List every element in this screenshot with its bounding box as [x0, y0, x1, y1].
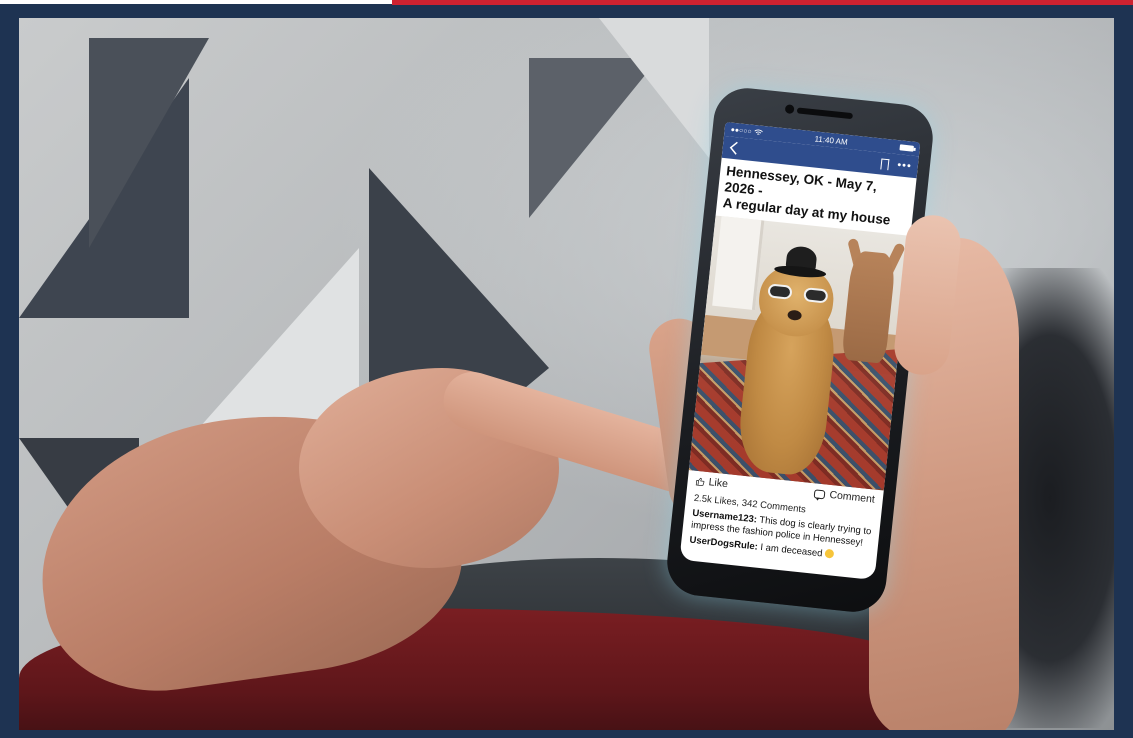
- background-pattern: [89, 38, 209, 248]
- laughing-emoji-icon: [824, 548, 835, 559]
- more-options-icon[interactable]: •••: [897, 159, 913, 172]
- signal-icon: ●●○○○: [730, 126, 753, 136]
- like-button[interactable]: Like: [695, 475, 728, 490]
- background-pattern: [599, 18, 709, 158]
- status-time: 11:40 AM: [814, 133, 849, 147]
- sunglasses-lens: [803, 287, 829, 304]
- post-image[interactable]: [688, 215, 911, 491]
- speaker: [796, 107, 854, 120]
- top-bar-red: [392, 0, 1133, 5]
- wifi-icon: [754, 129, 763, 135]
- chevron-left-icon[interactable]: [728, 140, 739, 155]
- battery-icon: [899, 144, 914, 152]
- nav-actions: •••: [880, 158, 913, 172]
- like-label: Like: [708, 476, 729, 491]
- phone-screen: ●●○○○ 11:40 AM ••• Hennessey, OK - May 7…: [679, 121, 921, 581]
- comment-icon: [814, 488, 826, 499]
- thumbs-up-icon: [695, 477, 705, 486]
- bookmark-icon[interactable]: [880, 158, 890, 170]
- signal-indicator: ●●○○○: [730, 126, 763, 136]
- photo: [19, 18, 1114, 730]
- top-bar-white: [0, 0, 392, 4]
- camera: [784, 104, 795, 115]
- sunglasses-lens: [767, 283, 793, 300]
- doorway: [712, 216, 765, 311]
